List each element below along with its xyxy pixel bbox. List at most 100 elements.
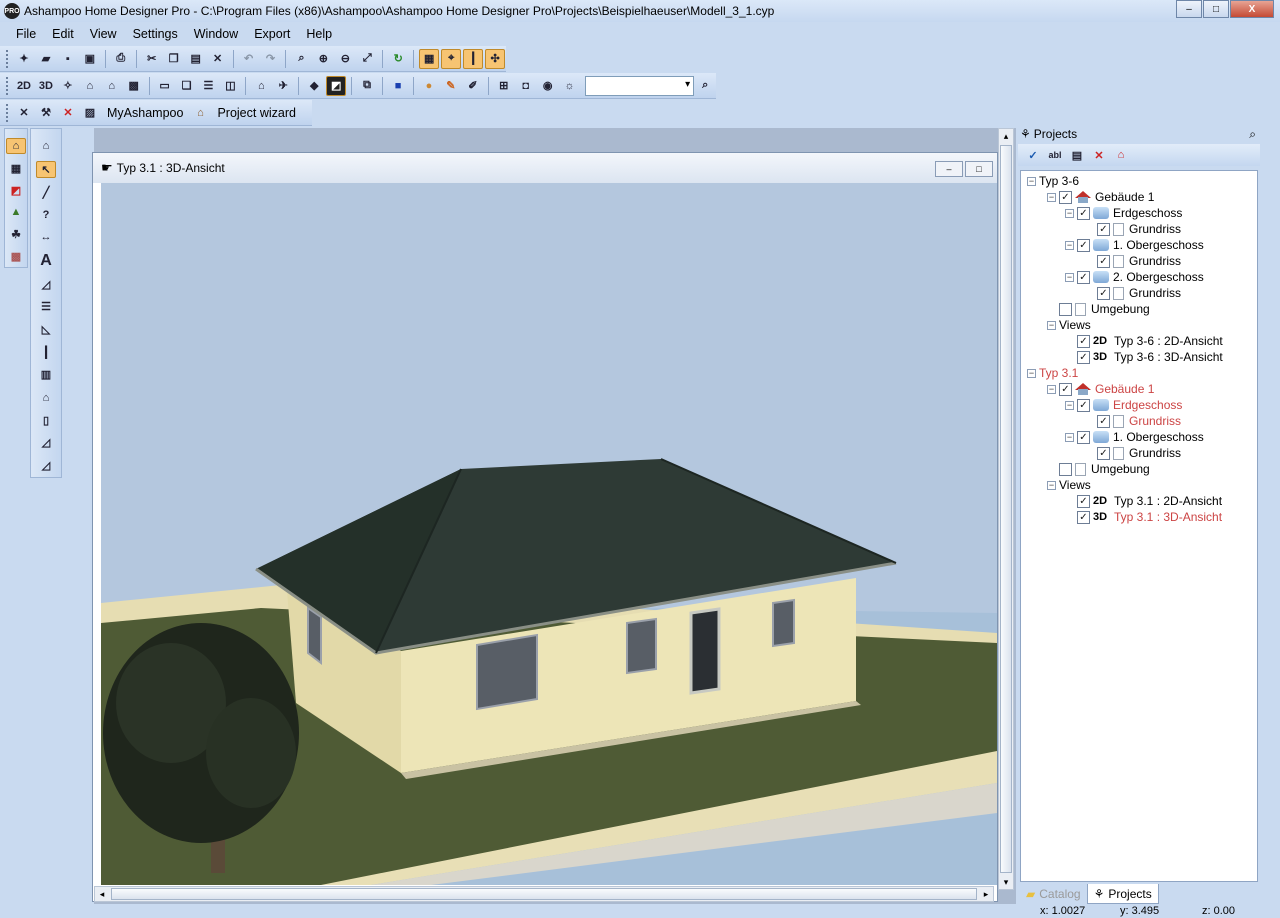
- column-icon[interactable]: ┃: [36, 344, 56, 361]
- line-icon[interactable]: ╱: [36, 184, 56, 201]
- scroll-right-arrow[interactable]: ▸: [979, 887, 993, 901]
- hatch-icon[interactable]: ☰: [36, 298, 56, 315]
- measure-icon[interactable]: ⊞: [494, 76, 514, 96]
- wall-tool-icon[interactable]: ⌂: [36, 138, 56, 155]
- tree-node[interactable]: ✓ 2D Typ 3-6 : 2D-Ansicht: [1021, 333, 1257, 349]
- paste-icon[interactable]: ▤: [186, 49, 206, 69]
- new-file-icon[interactable]: ✦: [14, 49, 34, 69]
- tile-vertical-icon[interactable]: ◫: [220, 76, 240, 96]
- clear-icon[interactable]: ✕: [58, 103, 78, 123]
- grid-layout-icon[interactable]: ▦: [6, 160, 26, 176]
- project-tree[interactable]: − Typ 3-6− ✓ Gebäude 1− ✓ Erdgeschoss ✓ Grundri…: [1020, 170, 1258, 882]
- layers-icon[interactable]: ⧉: [357, 76, 377, 96]
- collapse-toggle-icon[interactable]: −: [1047, 320, 1056, 330]
- menu-window[interactable]: Window: [186, 27, 246, 41]
- tree-node[interactable]: ✓ Grundriss: [1021, 285, 1257, 301]
- door-tool-icon[interactable]: ▯: [36, 412, 56, 429]
- surface-icon[interactable]: ◩: [6, 182, 26, 198]
- collapse-toggle-icon[interactable]: −: [1065, 432, 1074, 442]
- menu-edit[interactable]: Edit: [44, 27, 82, 41]
- pin-icon[interactable]: ⌕: [1249, 127, 1256, 142]
- visibility-checkbox[interactable]: ✓: [1077, 430, 1090, 444]
- color-icon[interactable]: ■: [388, 76, 408, 96]
- camera-icon[interactable]: ⌂: [251, 76, 271, 96]
- toolbar-grip[interactable]: [6, 76, 9, 95]
- tab-catalog[interactable]: ▰ Catalog: [1020, 884, 1087, 904]
- collapse-toggle-icon[interactable]: −: [1047, 480, 1056, 490]
- visibility-checkbox[interactable]: ✓: [1077, 206, 1090, 220]
- collapse-toggle-icon[interactable]: −: [1065, 208, 1074, 218]
- tree-node[interactable]: − Typ 3.1: [1021, 365, 1257, 381]
- properties-icon[interactable]: ▤: [1067, 145, 1087, 165]
- material-icon[interactable]: ▩: [124, 76, 144, 96]
- collapse-toggle-icon[interactable]: −: [1027, 176, 1036, 186]
- collapse-toggle-icon[interactable]: −: [1065, 272, 1074, 282]
- tools-icon[interactable]: ✕: [14, 103, 34, 123]
- toolbar-grip[interactable]: [6, 49, 9, 68]
- tree-node[interactable]: − ✓ Gebäude 1: [1021, 381, 1257, 397]
- tree-node[interactable]: Umgebung: [1021, 461, 1257, 477]
- copy-icon[interactable]: ❐: [164, 49, 184, 69]
- collapse-toggle-icon[interactable]: −: [1027, 368, 1036, 378]
- myashampoo-button[interactable]: MyAshampoo: [101, 106, 189, 120]
- close-button[interactable]: X: [1230, 0, 1274, 18]
- menu-export[interactable]: Export: [246, 27, 298, 41]
- tree-node[interactable]: − ✓ 2. Obergeschoss: [1021, 269, 1257, 285]
- tree-node[interactable]: ✓ Grundriss: [1021, 413, 1257, 429]
- 3d-scene[interactable]: [101, 183, 997, 885]
- zoom-in-icon[interactable]: ⊕: [313, 49, 333, 69]
- visibility-checkbox[interactable]: ✓: [1097, 254, 1110, 268]
- visibility-checkbox[interactable]: ✓: [1059, 190, 1072, 204]
- report-icon[interactable]: ▨: [80, 103, 100, 123]
- 3d-viewport[interactable]: [101, 183, 997, 885]
- cut-icon[interactable]: ✂: [142, 49, 162, 69]
- tab-projects[interactable]: ⚘ Projects: [1086, 884, 1159, 904]
- plant-icon[interactable]: ☘: [6, 226, 26, 242]
- collapse-toggle-icon[interactable]: −: [1047, 384, 1056, 394]
- cabinet-icon[interactable]: ▥: [36, 367, 56, 384]
- view-select[interactable]: [584, 75, 695, 96]
- vertical-scrollbar[interactable]: ▴ ▾: [998, 128, 1014, 890]
- zoom-icon[interactable]: ⌕: [291, 49, 311, 69]
- visibility-checkbox[interactable]: ✓: [1077, 494, 1090, 508]
- visibility-checkbox[interactable]: ✓: [1077, 334, 1090, 348]
- window-tool-icon[interactable]: ⌂: [36, 389, 56, 406]
- building-icon[interactable]: ⌂: [1111, 145, 1131, 165]
- vertical-scroll-thumb[interactable]: [1000, 145, 1012, 873]
- sun-icon[interactable]: ☼: [560, 76, 580, 96]
- visit-icon[interactable]: ⌂: [80, 76, 100, 96]
- stairs-icon[interactable]: ◿: [36, 276, 56, 293]
- visibility-checkbox[interactable]: ✓: [1077, 398, 1090, 412]
- collapse-toggle-icon[interactable]: −: [1065, 400, 1074, 410]
- tree-node[interactable]: − ✓ Erdgeschoss: [1021, 205, 1257, 221]
- horizontal-scrollbar[interactable]: ◂ ▸: [94, 886, 994, 902]
- check-icon[interactable]: ✓: [1023, 145, 1043, 165]
- refresh-icon[interactable]: ↻: [388, 49, 408, 69]
- undo-icon[interactable]: ↶: [239, 49, 259, 69]
- rename-icon[interactable]: abl: [1045, 145, 1065, 165]
- menu-settings[interactable]: Settings: [125, 27, 186, 41]
- delete-node-icon[interactable]: ✕: [1089, 145, 1109, 165]
- tree-node[interactable]: − ✓ Gebäude 1: [1021, 189, 1257, 205]
- wizard-icon[interactable]: ⌂: [190, 103, 210, 123]
- visibility-checkbox[interactable]: ✓: [1097, 222, 1110, 236]
- tile-horizontal-icon[interactable]: ☰: [199, 76, 219, 96]
- house-icon[interactable]: ⌂: [102, 76, 122, 96]
- tree-node[interactable]: ✓ Grundriss: [1021, 445, 1257, 461]
- menu-view[interactable]: View: [82, 27, 125, 41]
- roof-icon[interactable]: ◺: [36, 321, 56, 338]
- print-icon[interactable]: ⎙: [111, 49, 131, 69]
- save-icon[interactable]: ▪: [58, 49, 78, 69]
- ramp-icon[interactable]: ◿: [36, 457, 56, 474]
- render-icon[interactable]: ◩: [326, 75, 347, 96]
- text-icon[interactable]: A: [36, 252, 56, 270]
- visibility-checkbox[interactable]: [1059, 302, 1072, 316]
- visibility-checkbox[interactable]: ✓: [1059, 382, 1072, 396]
- tree-node[interactable]: − ✓ Erdgeschoss: [1021, 397, 1257, 413]
- floorplan-icon[interactable]: ⌂: [6, 138, 26, 155]
- save-all-icon[interactable]: ▣: [80, 49, 100, 69]
- tree-node[interactable]: ✓ Grundriss: [1021, 221, 1257, 237]
- view-minimize-button[interactable]: –: [935, 161, 963, 177]
- wand-icon[interactable]: ✧: [58, 76, 78, 96]
- tree-node[interactable]: ✓ 3D Typ 3.1 : 3D-Ansicht: [1021, 509, 1257, 525]
